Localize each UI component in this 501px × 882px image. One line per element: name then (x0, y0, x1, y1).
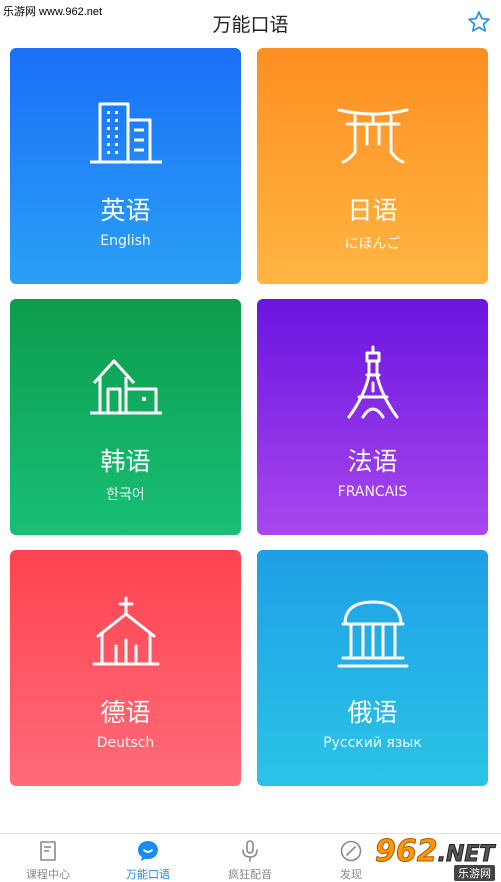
church-icon (86, 596, 166, 676)
language-title: 德语 (100, 698, 151, 727)
language-subtitle: Deutsch (96, 735, 155, 751)
language-card-german[interactable]: 德语 Deutsch (10, 550, 241, 786)
language-subtitle: 한국어 (106, 487, 145, 503)
language-card-korean[interactable]: 韩语 한국어 (10, 299, 241, 535)
course-book-icon (36, 839, 60, 863)
language-card-english[interactable]: 英语 English (10, 48, 241, 284)
torii-gate-icon (333, 94, 413, 174)
language-subtitle: にほんご (344, 236, 401, 252)
microphone-icon (238, 839, 262, 863)
language-title: 法语 (347, 447, 398, 476)
temple-columns-icon (333, 596, 413, 676)
eiffel-tower-icon (333, 345, 413, 425)
page-title: 万能口语 (212, 14, 289, 36)
star-icon[interactable] (467, 10, 491, 34)
language-title: 俄语 (347, 698, 398, 727)
tab-label: 疯狂配音 (228, 868, 272, 881)
language-subtitle: FRANCAIS (337, 484, 408, 500)
language-card-japanese[interactable]: 日语 にほんご (257, 48, 488, 284)
logo-caption: 乐游网 (454, 865, 495, 881)
office-building-icon (86, 94, 166, 174)
tab-label: 课程中心 (26, 868, 70, 881)
tab-crazy-dubbing[interactable]: 疯狂配音 (200, 834, 300, 882)
logo-number: 962 (375, 834, 439, 870)
logo-domain: .NET (437, 842, 495, 868)
language-subtitle: English (100, 233, 151, 249)
language-subtitle: Русский язык (323, 735, 422, 751)
house-icon (86, 345, 166, 425)
tab-label: 万能口语 (126, 868, 170, 881)
language-card-french[interactable]: 法语 FRANCAIS (257, 299, 488, 535)
tab-universal-speaking[interactable]: 万能口语 (98, 834, 198, 882)
chat-bubble-icon (136, 839, 160, 863)
language-title: 英语 (100, 196, 151, 225)
site-logo-watermark: 962.NET 乐游网 (365, 832, 501, 882)
language-title: 日语 (347, 196, 398, 225)
compass-icon (339, 839, 363, 863)
tab-course-center[interactable]: 课程中心 (0, 834, 98, 882)
app-screen: 乐游网 www.962.net 万能口语 英语 English 日语 にほんご … (0, 0, 501, 882)
language-title: 韩语 (100, 447, 151, 476)
header-bar: 万能口语 (0, 0, 501, 44)
logo-text: 962.NET (375, 834, 495, 870)
language-card-russian[interactable]: 俄语 Русский язык (257, 550, 488, 786)
